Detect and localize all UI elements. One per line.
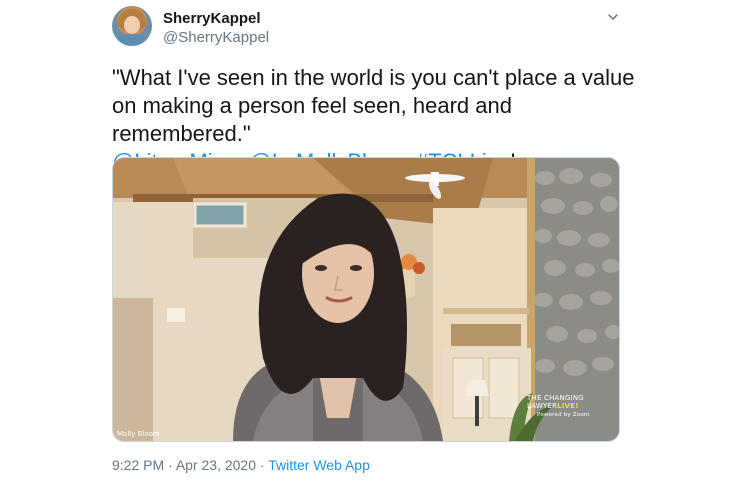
avatar-shirt <box>116 34 148 46</box>
brand-powered-by: Powered by Zoom <box>537 412 590 418</box>
tweet-time[interactable]: 9:22 PM <box>112 457 164 473</box>
author-handle[interactable]: @SherryKappel <box>163 29 269 46</box>
show-brand-logo: THE CHANGING LAWYERLIVE! Powered by Zoom <box>527 394 617 419</box>
meta-separator-2: · <box>259 457 265 473</box>
tweet-source-link[interactable]: Twitter Web App <box>268 457 370 473</box>
avatar-face <box>124 16 140 34</box>
tweet-video[interactable]: Molly Bloom THE CHANGING LAWYERLIVE! Pow… <box>112 157 620 442</box>
author-display-name[interactable]: SherryKappel <box>163 10 261 27</box>
chevron-down-icon[interactable] <box>606 10 620 24</box>
author-avatar[interactable] <box>112 6 152 46</box>
tweet-date[interactable]: Apr 23, 2020 <box>176 457 256 473</box>
tweet-meta: 9:22 PM · Apr 23, 2020 · Twitter Web App <box>112 457 370 473</box>
tweet-quote: "What I've seen in the world is you can'… <box>112 65 635 146</box>
brand-line-2a: LAWYER <box>527 402 558 410</box>
speaker-name-caption: Molly Bloom <box>117 430 160 438</box>
brand-line-1: THE CHANGING <box>527 394 584 402</box>
brand-line-2b: LIVE! <box>557 402 579 410</box>
meta-separator-1: · <box>168 457 173 473</box>
tweet-card: SherryKappel @SherryKappel "What I've se… <box>0 0 732 484</box>
